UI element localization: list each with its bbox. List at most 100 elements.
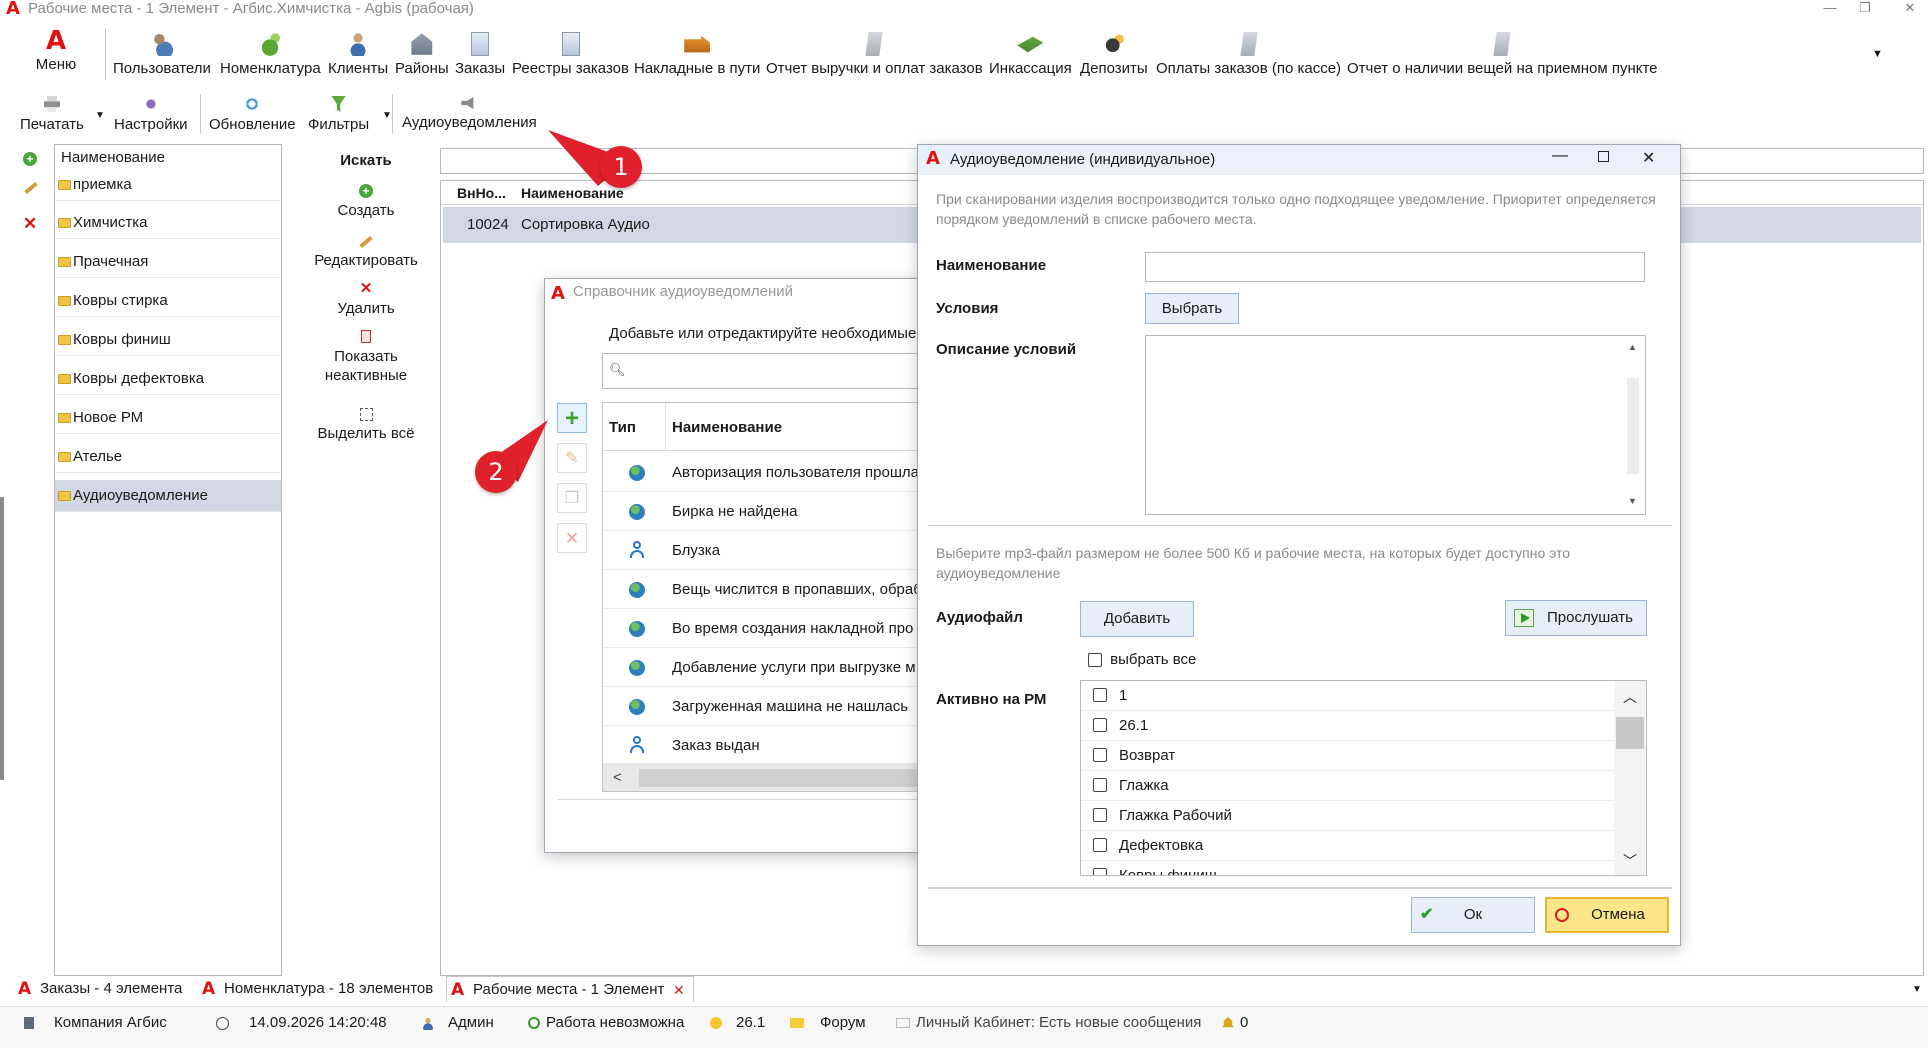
delete-icon[interactable]: ✕ [23,214,37,234]
tab-close-icon[interactable]: ✕ [673,977,685,1003]
listen-button[interactable]: Прослушать [1505,600,1647,636]
col-name[interactable]: Наименование [672,419,782,436]
choose-conditions-button[interactable]: Выбрать [1145,293,1239,324]
list-item[interactable]: Добавление услуги при выгрузке м [603,648,923,687]
add-audiofile-button[interactable]: Добавить [1080,601,1194,637]
create-action[interactable]: + Создать [306,184,426,219]
chevron-up-icon[interactable]: ︿ [1623,687,1637,707]
status-company[interactable]: Компания Агбис [24,1012,167,1034]
workplace-item[interactable]: Ковры финиш [1081,861,1614,875]
revenue-report-button[interactable]: Отчет выручки и оплат заказов [766,32,983,77]
tree-item[interactable]: Ателье [55,441,281,473]
col-type[interactable]: Тип [609,419,636,436]
status-forum[interactable]: Форум [790,1012,866,1034]
ok-button[interactable]: ✔ Ок [1411,897,1535,933]
dialog-close-icon[interactable]: ✕ [1642,148,1655,168]
mail-icon [896,1018,910,1029]
search-action[interactable]: Искать [306,152,426,169]
tree-item[interactable]: Ковры дефектовка [55,363,281,395]
scroll-left-icon[interactable]: < [613,769,622,786]
pencil-icon [359,235,373,249]
stock-report-button[interactable]: Отчет о наличии вещей на приемном пункте [1347,32,1658,77]
workplace-item[interactable]: Дефектовка [1081,831,1614,861]
list-item[interactable]: Бирка не найдена [603,492,923,531]
clients-button[interactable]: Клиенты [328,32,388,77]
deposits-button[interactable]: Депозиты [1080,32,1148,77]
textarea-scrollbar[interactable]: ▲ ▼ [1626,340,1640,512]
minimize-icon[interactable]: — [1820,0,1840,16]
scroll-thumb[interactable] [1627,378,1639,474]
order-registers-button[interactable]: Реестры заказов [512,32,629,77]
scroll-thumb[interactable] [639,769,923,787]
tree-item[interactable]: Новое РМ [55,402,281,434]
payments-button[interactable]: Оплаты заказов (по кассе) [1156,32,1341,77]
list-item[interactable]: Вещь числится в пропавших, обраб [603,570,923,609]
status-notifications[interactable]: 0 [1222,1012,1248,1034]
waybills-button[interactable]: Накладные в пути [634,32,760,77]
tree-item[interactable]: приемка [55,169,281,201]
app-logo-icon: A [6,0,20,19]
add-icon[interactable]: + [23,152,37,166]
orders-button[interactable]: Заказы [455,32,505,77]
inactive-doc-icon [361,330,371,343]
regions-button[interactable]: Районы [395,32,449,77]
tree-item-selected[interactable]: Аудиоуведомление [55,480,281,512]
workplace-item[interactable]: Глажка [1081,771,1614,801]
tab-nomenclature[interactable]: A Номенклатура - 18 элементов [198,976,433,1002]
scroll-down-icon[interactable]: ▼ [1628,496,1637,506]
dialog-maximize-icon[interactable] [1598,151,1609,162]
edit-icon[interactable] [24,181,38,195]
list-item[interactable]: Заказ выдан [603,726,923,765]
list-item[interactable]: Загруженная машина не нашлась [603,687,923,726]
list-item[interactable]: Авторизация пользователя прошла [603,453,923,492]
menu-button[interactable]: A Меню [30,26,82,73]
filters-dropdown-icon[interactable]: ▼ [382,110,392,121]
workplace-item[interactable]: 1 [1081,681,1614,711]
tree-item[interactable]: Ковры стирка [55,285,281,317]
tree-item[interactable]: Химчистка [55,207,281,239]
tree-item[interactable]: Прачечная [55,246,281,278]
ribbon-collapse-icon[interactable]: ▼ [1872,48,1883,60]
delete-audio-button[interactable]: ✕ [557,523,587,553]
show-inactive-action[interactable]: Показать неактивные [306,330,426,385]
select-all-checkbox[interactable]: выбрать все [1088,651,1196,668]
status-cabinet[interactable]: Личный Кабинет: Есть новые сообщения [896,1012,1201,1034]
tabs-dropdown-icon[interactable]: ▼ [1912,984,1922,995]
tab-orders[interactable]: A Заказы - 4 элемента [14,976,182,1002]
conditions-description-textarea[interactable]: ▲ ▼ [1145,335,1646,515]
print-button[interactable]: Печатать [20,96,84,133]
close-icon[interactable]: ✕ [1900,0,1920,16]
select-all-action[interactable]: Выделить всё [306,408,426,442]
workplace-scrollbar[interactable]: ︿ ﹀ [1614,681,1646,875]
collection-button[interactable]: Инкассация [989,32,1072,77]
tab-workplaces[interactable]: A Рабочие места - 1 Элемент ✕ [446,976,694,1002]
chevron-down-icon[interactable]: ﹀ [1623,851,1637,871]
delete-action[interactable]: ✕ Удалить [306,281,426,317]
edit-action[interactable]: Редактировать [306,234,426,269]
globe-icon [629,699,645,715]
print-dropdown-icon[interactable]: ▼ [95,110,105,121]
status-user[interactable]: Админ [422,1012,494,1034]
status-work[interactable]: Работа невозможна [528,1012,684,1034]
refresh-button[interactable]: Обновление [209,96,296,133]
workplace-item[interactable]: Глажка Рабочий [1081,801,1614,831]
users-button[interactable]: Пользователи [113,32,211,77]
dialog-minimize-icon[interactable]: — [1552,147,1568,165]
scroll-up-icon[interactable]: ▲ [1628,342,1637,352]
name-input[interactable] [1145,252,1645,282]
directory-search-input[interactable]: 🔍︎ [602,353,924,389]
list-item[interactable]: Блузка [603,531,923,570]
settings-button[interactable]: Настройки [114,96,188,133]
filters-button[interactable]: Фильтры [308,96,369,133]
list-item[interactable]: Во время создания накладной про [603,609,923,648]
status-workplace[interactable]: 26.1 [710,1012,765,1034]
menu-label: Меню [35,56,77,73]
nomenclature-button[interactable]: Номенклатура [220,32,321,77]
directory-hscrollbar[interactable]: < [603,763,923,791]
workplace-item[interactable]: Возврат [1081,741,1614,771]
restore-icon[interactable]: ❐ [1855,0,1875,16]
cancel-button[interactable]: Отмена [1545,897,1669,933]
tree-item[interactable]: Ковры финиш [55,324,281,356]
scroll-thumb[interactable] [1616,717,1644,749]
workplace-item[interactable]: 26.1 [1081,711,1614,741]
